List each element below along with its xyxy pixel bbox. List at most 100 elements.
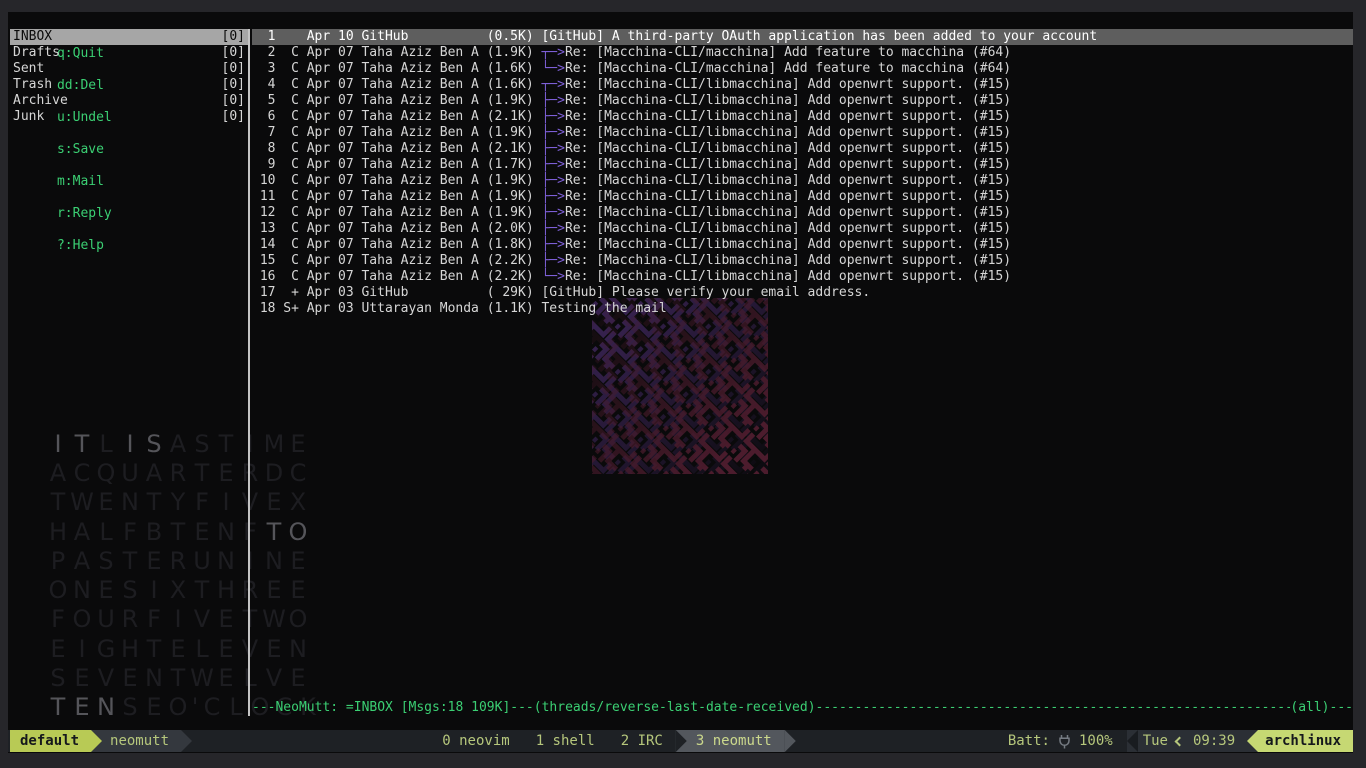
mail-row[interactable]: 11 C Apr 07 Taha Aziz Ben A (1.9K) ├─> R…	[252, 189, 1353, 205]
thread-tree-glyph: ├─>	[541, 253, 564, 269]
sidebar-mailbox[interactable]: Junk [0]	[10, 109, 250, 125]
keybind-hint: r:Reply	[57, 206, 112, 221]
mail-row[interactable]: 4 C Apr 07 Taha Aziz Ben A (1.6K) ┬─> Re…	[252, 77, 1353, 93]
mail-number: 16	[260, 269, 276, 285]
mail-row[interactable]: 16 C Apr 07 Taha Aziz Ben A (2.2K) └─> R…	[252, 269, 1353, 285]
status-info: ---NeoMutt: =INBOX [Msgs:18 109K]---(thr…	[252, 700, 816, 716]
mail-date: Apr 07	[307, 61, 354, 77]
sidebar-mailbox[interactable]: Sent [0]	[10, 61, 250, 77]
mail-sender: Taha Aziz Ben A	[361, 109, 478, 125]
word-clock-letter: T	[46, 693, 70, 721]
mail-date: Apr 10	[307, 29, 354, 45]
word-clock-letter: E	[118, 664, 142, 692]
word-clock-letter: N	[262, 547, 286, 575]
word-clock-letter: N	[142, 664, 166, 692]
mail-row[interactable]: 5 C Apr 07 Taha Aziz Ben A (1.9K) ├─> Re…	[252, 93, 1353, 109]
word-clock-letter: D	[262, 459, 286, 487]
tmux-window[interactable]: 2 IRC	[608, 730, 676, 752]
word-clock-letter: N	[214, 518, 238, 546]
mail-flags: C	[283, 109, 299, 125]
mail-row[interactable]: 7 C Apr 07 Taha Aziz Ben A (1.9K) ├─> Re…	[252, 125, 1353, 141]
word-clock-letter: T	[70, 430, 94, 458]
sidebar-mailbox[interactable]: Trash [0]	[10, 77, 250, 93]
sidebar-mailbox[interactable]: Drafts [0]	[10, 45, 250, 61]
word-clock-letter: R	[166, 459, 190, 487]
word-clock-letter: L	[190, 635, 214, 663]
mail-size: (1.9K)	[487, 173, 534, 189]
mail-subject: Re: [Macchina-CLI/libmacchina] Add openw…	[565, 77, 1011, 93]
mailbox-name: Sent	[13, 61, 44, 77]
word-clock-letter: C	[200, 693, 224, 721]
mail-row[interactable]: 17 + Apr 03 GitHub ( 29K) [GitHub] Pleas…	[252, 285, 1353, 301]
sidebar-mailbox[interactable]: Archive [0]	[10, 93, 250, 109]
mail-size: (1.1K)	[487, 301, 534, 317]
mail-row[interactable]: 18 S+ Apr 03 Uttarayan Monda (1.1K) Test…	[252, 301, 1353, 317]
battery-percent: 100%	[1079, 733, 1113, 749]
word-clock-letter: N	[118, 488, 142, 516]
mail-number: 14	[260, 237, 276, 253]
word-clock-letter: A	[142, 459, 166, 487]
mail-number: 10	[260, 173, 276, 189]
mail-size: (1.9K)	[487, 93, 534, 109]
mail-row[interactable]: 10 C Apr 07 Taha Aziz Ben A (1.9K) ├─> R…	[252, 173, 1353, 189]
mail-subject: Re: [Macchina-CLI/libmacchina] Add openw…	[565, 221, 1011, 237]
mail-row[interactable]: 6 C Apr 07 Taha Aziz Ben A (2.1K) ├─> Re…	[252, 109, 1353, 125]
mail-row[interactable]: 13 C Apr 07 Taha Aziz Ben A (2.0K) ├─> R…	[252, 221, 1353, 237]
mail-subject: Re: [Macchina-CLI/libmacchina] Add openw…	[565, 157, 1011, 173]
word-clock-letter: T	[166, 518, 190, 546]
mail-row[interactable]: 15 C Apr 07 Taha Aziz Ben A (2.2K) ├─> R…	[252, 253, 1353, 269]
mail-row[interactable]: 1 Apr 10 GitHub (0.5K) [GitHub] A third-…	[252, 29, 1353, 45]
mail-subject: Re: [Macchina-CLI/macchina] Add feature …	[565, 45, 1011, 61]
thread-tree-glyph: ├─>	[541, 141, 564, 157]
mail-row[interactable]: 3 C Apr 07 Taha Aziz Ben A (1.6K) └─> Re…	[252, 61, 1353, 77]
tmux-window[interactable]: 0 neovim	[429, 730, 522, 752]
powerline-arrow-icon	[91, 730, 102, 752]
mail-sender: Taha Aziz Ben A	[361, 205, 478, 221]
word-clock-letter: I	[238, 547, 262, 575]
word-clock-letter: E	[94, 576, 118, 604]
mail-row[interactable]: 2 C Apr 07 Taha Aziz Ben A (1.9K) ┬─> Re…	[252, 45, 1353, 61]
thread-tree-glyph: ├─>	[541, 237, 564, 253]
word-clock-letter: E	[94, 488, 118, 516]
mail-flags: C	[283, 61, 299, 77]
tmux-window[interactable]: 3 neomutt	[676, 730, 785, 752]
mailbox-count: [0]	[222, 93, 245, 109]
word-clock-letter: I	[142, 576, 166, 604]
tmux-session-name: default	[20, 733, 79, 749]
mail-row[interactable]: 8 C Apr 07 Taha Aziz Ben A (2.1K) ├─> Re…	[252, 141, 1353, 157]
mailbox-count: [0]	[222, 29, 245, 45]
mail-flags: C	[283, 125, 299, 141]
battery-label: Batt:	[1008, 733, 1050, 749]
powerline-arrow-icon	[181, 730, 192, 752]
sidebar-mailbox[interactable]: INBOX [0]	[10, 29, 250, 45]
tmux-window-label: 2 IRC	[621, 733, 663, 749]
word-clock-letter: U	[94, 605, 118, 633]
status-fill: ----------------------------------------…	[816, 700, 1291, 716]
word-clock-letter: '	[190, 693, 200, 721]
mail-date: Apr 07	[307, 237, 354, 253]
mail-row[interactable]: 9 C Apr 07 Taha Aziz Ben A (1.7K) ├─> Re…	[252, 157, 1353, 173]
mail-subject: Re: [Macchina-CLI/libmacchina] Add openw…	[565, 141, 1011, 157]
mail-size: (2.1K)	[487, 109, 534, 125]
word-clock-letter: A	[166, 430, 190, 458]
mail-row[interactable]: 14 C Apr 07 Taha Aziz Ben A (1.8K) ├─> R…	[252, 237, 1353, 253]
keybind-hint: s:Save	[57, 142, 104, 157]
mail-date: Apr 03	[307, 285, 354, 301]
mail-subject: Re: [Macchina-CLI/libmacchina] Add openw…	[565, 269, 1011, 285]
mail-number: 12	[260, 205, 276, 221]
mail-number: 17	[260, 285, 276, 301]
mail-row[interactable]: 12 C Apr 07 Taha Aziz Ben A (1.9K) ├─> R…	[252, 205, 1353, 221]
mail-sender: Taha Aziz Ben A	[361, 61, 478, 77]
word-clock-letter: R	[238, 459, 262, 487]
word-clock-row: TWENTYFIVEX	[46, 488, 320, 517]
tmux-session-segment[interactable]: default	[10, 730, 91, 752]
word-clock-letter: F	[238, 518, 262, 546]
tmux-window[interactable]: 1 shell	[523, 730, 608, 752]
word-clock-letter: S	[118, 576, 142, 604]
sidebar-divider	[248, 29, 250, 716]
word-clock-letter: H	[46, 518, 70, 546]
chevron-left-icon	[1175, 736, 1185, 746]
word-clock-letter: T	[118, 547, 142, 575]
mail-size: (1.7K)	[487, 157, 534, 173]
word-clock-letter: R	[166, 547, 190, 575]
